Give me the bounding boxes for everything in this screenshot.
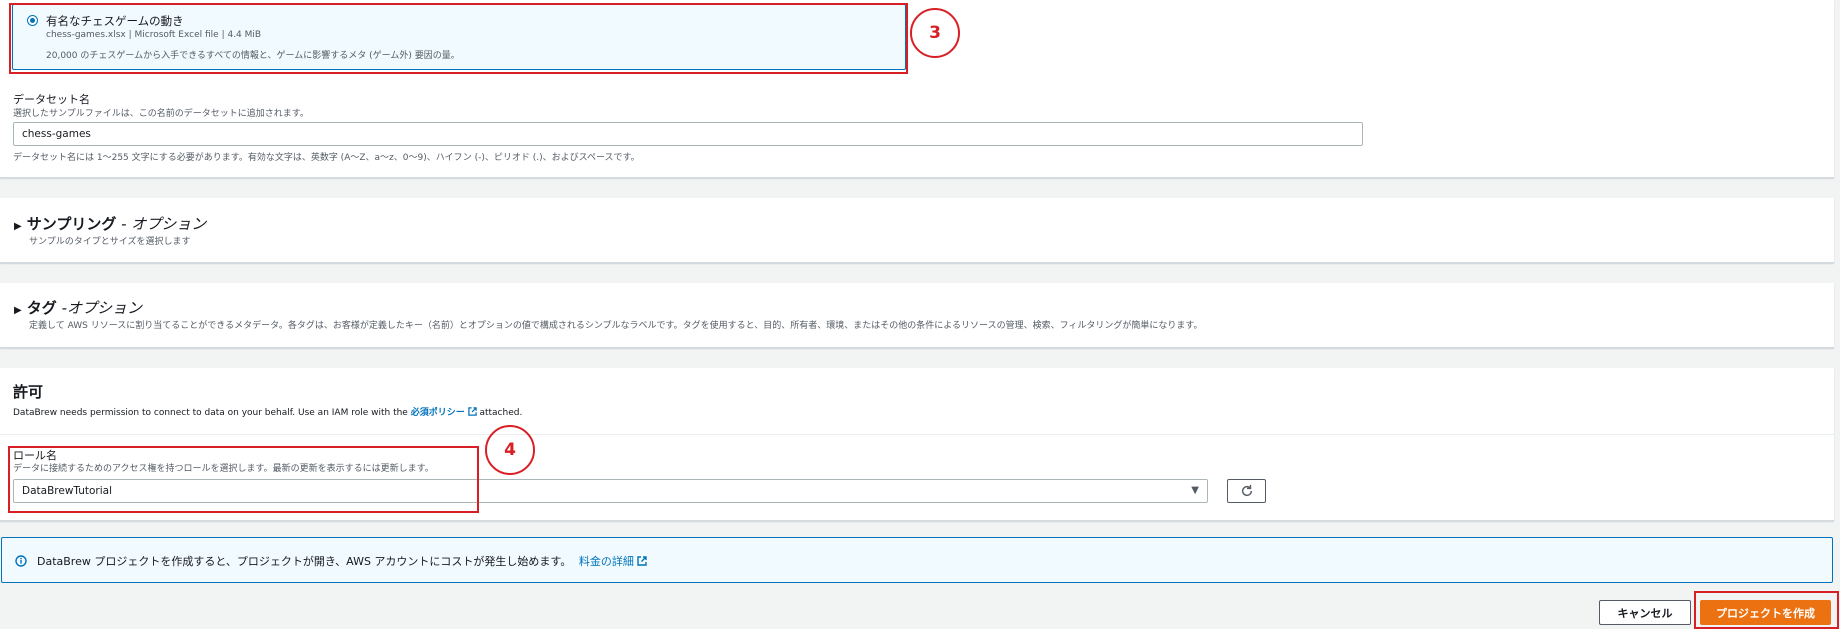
tags-header[interactable]: ▶ タグ -オプション [14, 297, 142, 318]
tags-title: タグ -オプション [26, 299, 142, 317]
dataset-name-label: データセット名 [13, 93, 90, 106]
caret-right-icon: ▶ [14, 221, 22, 232]
sampling-header[interactable]: ▶ サンプリング - オプション [14, 213, 206, 234]
cost-info-text: DataBrew プロジェクトを作成すると、プロジェクトが開き、AWS アカウン… [37, 553, 648, 569]
annotation-box-create [1694, 591, 1839, 629]
refresh-button[interactable] [1227, 479, 1266, 503]
section-divider [0, 434, 1834, 435]
external-link-icon[interactable] [467, 407, 477, 416]
sampling-description: サンプルのタイプとサイズを選択します [29, 237, 191, 247]
dataset-name-constraint: データセット名には 1〜255 文字にする必要があります。有効な文字は、英数字 … [13, 153, 640, 163]
annotation-box-4 [8, 446, 479, 513]
info-icon [15, 555, 27, 567]
step-4-marker: 4 [485, 425, 535, 475]
sampling-title: サンプリング - オプション [26, 215, 207, 233]
permissions-description: DataBrew needs permission to connect to … [13, 407, 523, 418]
dataset-name-description: 選択したサンプルファイルは、この名前のデータセットに追加されます。 [13, 109, 309, 119]
required-policy-link[interactable]: 必須ポリシー [411, 408, 465, 418]
annotation-box-3 [9, 3, 908, 74]
tags-description: 定義して AWS リソースに割り当てることができるメタデータ。各タグは、お客様が… [29, 321, 1203, 331]
cancel-button[interactable]: キャンセル [1599, 600, 1691, 625]
tags-section[interactable]: ▶ タグ -オプション 定義して AWS リソースに割り当てることができるメタデ… [0, 283, 1834, 348]
caret-right-icon: ▶ [14, 305, 22, 316]
cost-info-banner: DataBrew プロジェクトを作成すると、プロジェクトが開き、AWS アカウン… [1, 537, 1833, 583]
refresh-icon [1241, 484, 1252, 497]
pricing-details-link[interactable]: 料金の詳細 [579, 555, 634, 568]
dataset-name-input[interactable]: chess-games [13, 122, 1363, 146]
sampling-section[interactable]: ▶ サンプリング - オプション サンプルのタイプとサイズを選択します [0, 198, 1834, 263]
external-link-icon[interactable] [637, 556, 648, 566]
step-3-marker: 3 [910, 8, 960, 58]
permissions-title: 許可 [13, 383, 44, 401]
caret-down-icon: ▼ [1191, 485, 1199, 496]
